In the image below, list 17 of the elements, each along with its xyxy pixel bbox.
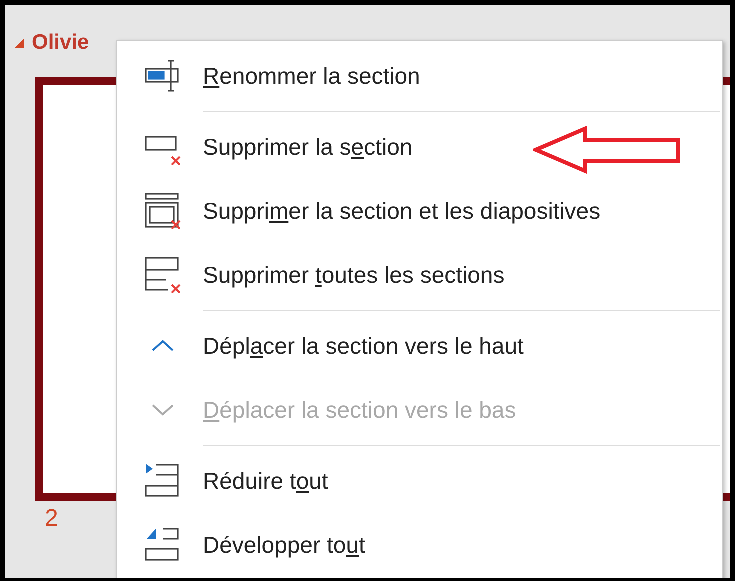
collapse-icon: [145, 463, 181, 499]
delete-section-slides-icon: [145, 193, 181, 229]
menu-item[interactable]: Développer tout: [117, 513, 722, 577]
menu-item[interactable]: Supprimer la section et les diapositives: [117, 179, 722, 243]
delete-all-icon: [145, 257, 181, 293]
menu-item[interactable]: Réduire tout: [117, 449, 722, 513]
menu-item[interactable]: Supprimer la section: [117, 115, 722, 179]
chevron-up-icon: [152, 340, 174, 352]
chevron-down-icon: [152, 404, 174, 416]
menu-item[interactable]: Supprimer toutes les sections: [117, 243, 722, 307]
expand-icon: [145, 527, 181, 563]
menu-item[interactable]: Renommer la section: [117, 44, 722, 108]
rename-icon: [145, 58, 181, 94]
section-title: Olivie: [32, 31, 90, 55]
slide-number: 2: [45, 505, 60, 533]
expand-triangle-icon[interactable]: [15, 38, 24, 48]
menu-item[interactable]: Déplacer la section vers le haut: [117, 314, 722, 378]
